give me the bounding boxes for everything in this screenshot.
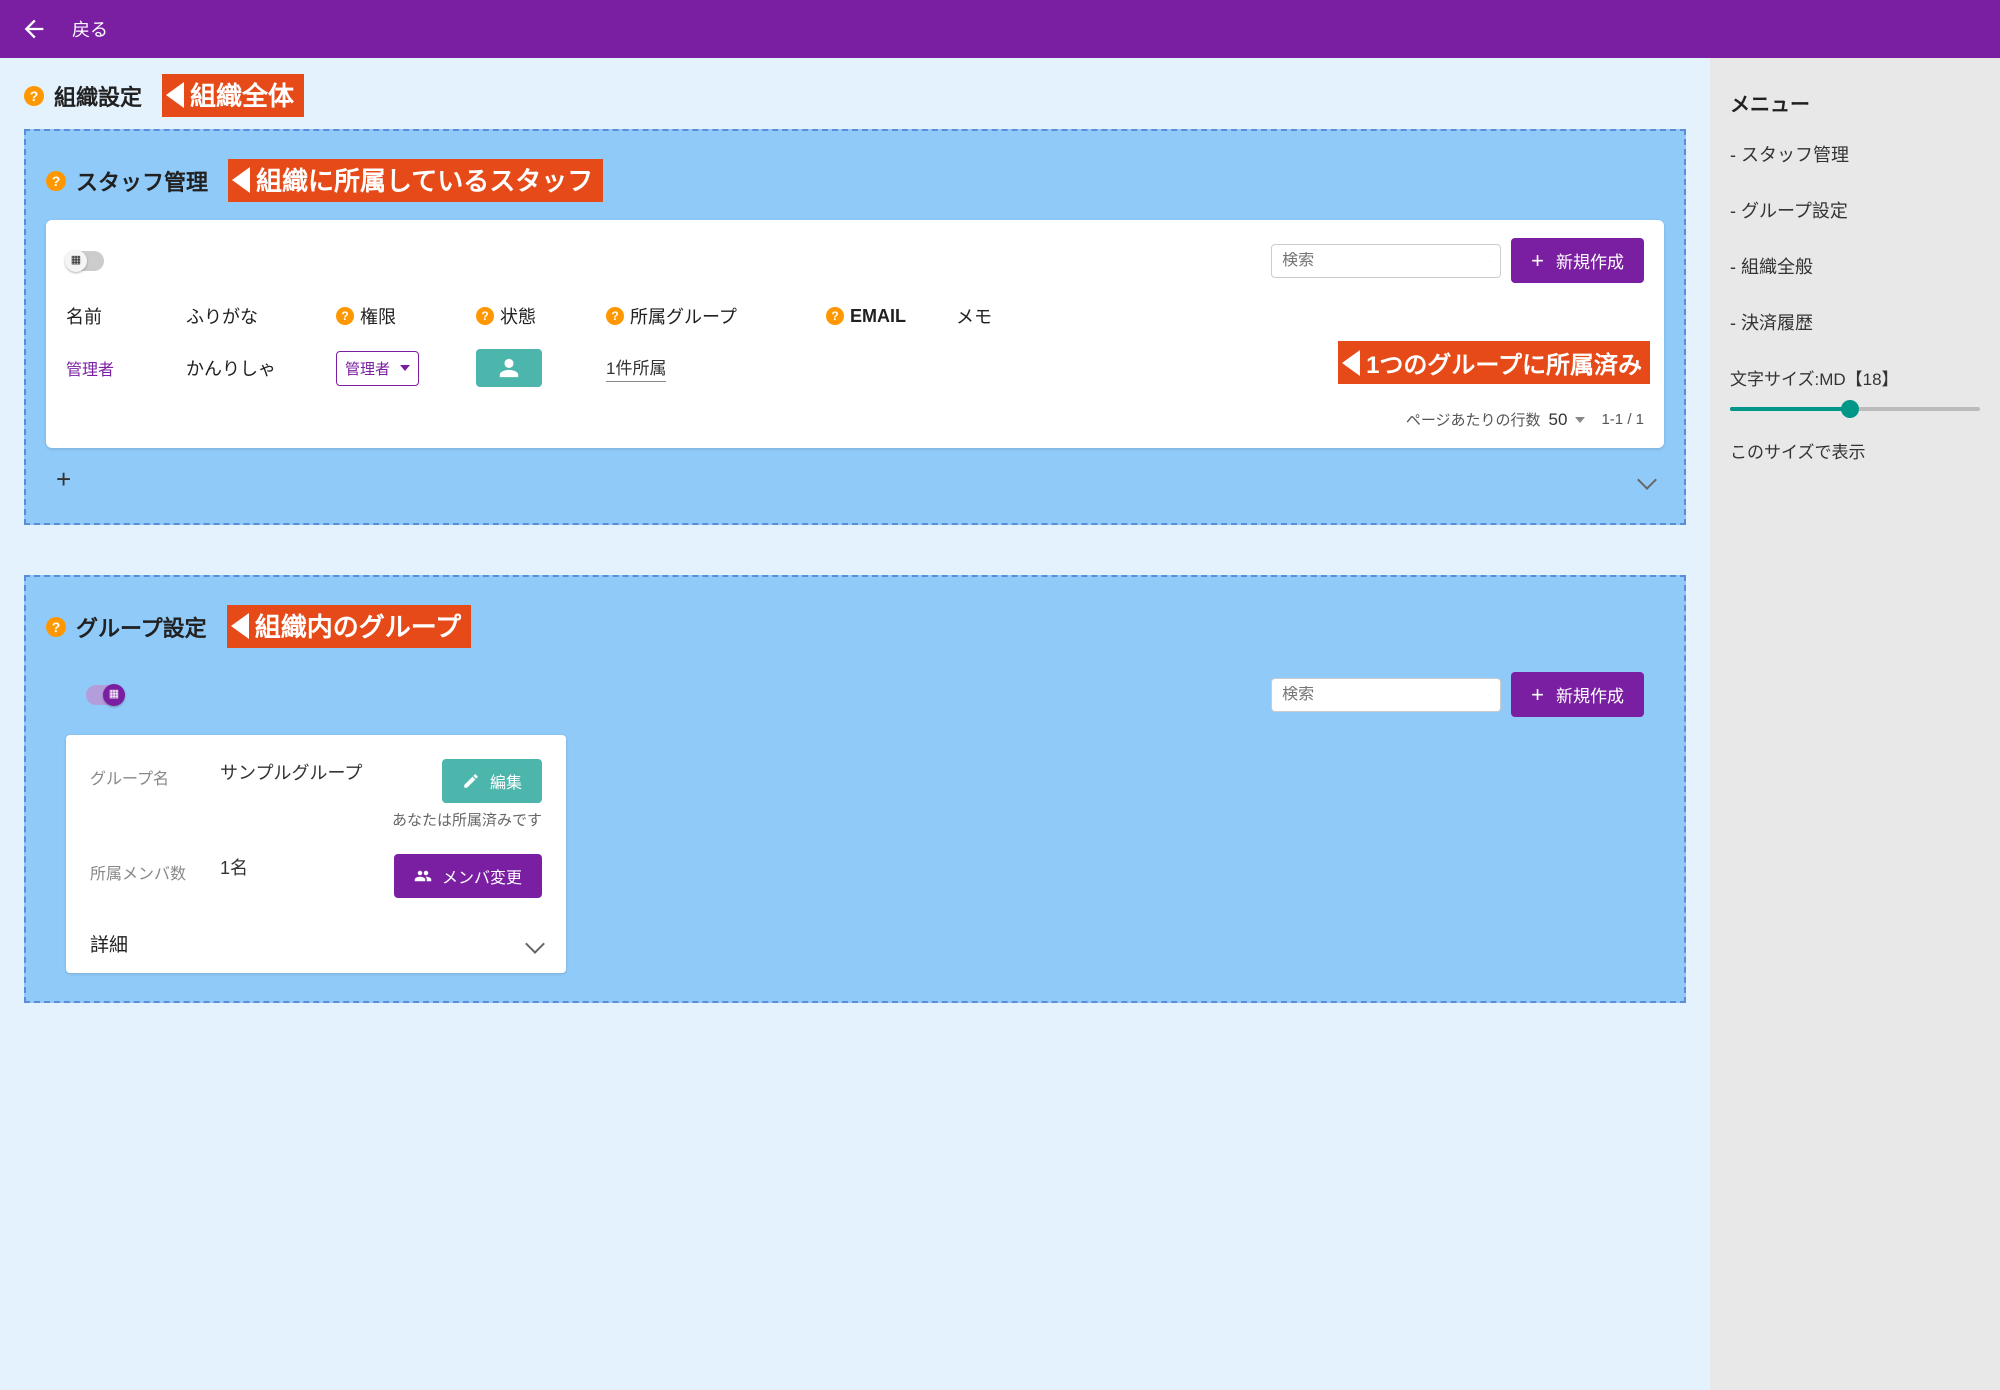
sidebar-item-group[interactable]: - グループ設定 <box>1730 197 1980 223</box>
detail-expand[interactable]: 詳細 <box>90 922 542 957</box>
col-group: ?所属グループ <box>606 303 826 329</box>
page-range: 1-1 / 1 <box>1601 411 1644 428</box>
status-button[interactable] <box>476 349 542 387</box>
group-new-button[interactable]: + 新規作成 <box>1511 672 1644 717</box>
font-size-slider[interactable] <box>1730 398 1980 418</box>
col-memo: メモ <box>956 303 1036 329</box>
member-count-label: 所属メンバ数 <box>90 854 220 884</box>
triangle-left-icon <box>166 82 184 108</box>
help-icon[interactable]: ? <box>24 86 44 106</box>
callout-staff: 組織に所属しているスタッフ <box>228 159 603 202</box>
back-arrow-icon[interactable] <box>20 15 48 43</box>
role-select[interactable]: 管理者 <box>336 351 419 386</box>
sidebar-item-payment[interactable]: - 決済履歴 <box>1730 309 1980 335</box>
help-icon[interactable]: ? <box>46 171 66 191</box>
help-icon[interactable]: ? <box>476 307 494 325</box>
page-title: 組織設定 <box>54 80 142 112</box>
grid-icon: ▦ <box>109 689 119 700</box>
chevron-down-icon <box>525 934 545 954</box>
back-label[interactable]: 戻る <box>72 16 108 42</box>
member-count-value: 1名 <box>220 854 382 880</box>
edit-group-button[interactable]: 編集 <box>442 759 542 803</box>
plus-icon: + <box>1531 250 1544 272</box>
top-bar: 戻る <box>0 0 2000 58</box>
staff-table-card: ▦ + 新規作成 名前 ふりがな <box>46 220 1664 448</box>
search-icon[interactable] <box>1489 685 1490 705</box>
group-title: グループ設定 <box>76 611 207 643</box>
triangle-left-icon <box>232 167 250 193</box>
main-content: ? 組織設定 組織全体 ? スタッフ管理 組織に所属しているスタッフ ▦ <box>0 58 1710 1390</box>
staff-name-link[interactable]: 管理者 <box>66 356 114 380</box>
staff-table-header: 名前 ふりがな ?権限 ?状態 ?所属グループ ?EMAIL メモ <box>66 297 1644 339</box>
search-icon[interactable] <box>1489 251 1490 271</box>
col-status: ?状態 <box>476 303 606 329</box>
belong-note: あなたは所属済みです <box>392 809 542 830</box>
staff-search-input[interactable] <box>1282 252 1489 270</box>
per-page-value[interactable]: 50 <box>1549 410 1568 430</box>
people-icon <box>414 867 432 885</box>
callout-group: 組織内のグループ <box>227 605 471 648</box>
font-size-label: 文字サイズ:MD【18】 <box>1730 365 1980 390</box>
grid-icon: ▦ <box>71 255 81 266</box>
sidebar: メニュー - スタッフ管理 - グループ設定 - 組織全般 - 決済履歴 文字サ… <box>1710 58 2000 1390</box>
staff-kana: かんりしゃ <box>186 355 276 381</box>
table-pagination: ページあたりの行数 50 1-1 / 1 <box>66 397 1644 434</box>
group-name-label: グループ名 <box>90 759 220 789</box>
group-panel: ? グループ設定 組織内のグループ ▦ + <box>24 575 1686 1003</box>
help-icon[interactable]: ? <box>606 307 624 325</box>
staff-table-row: 管理者 かんりしゃ 管理者 1件所属 <box>66 339 1644 397</box>
group-count-link[interactable]: 1件所属 <box>606 354 666 382</box>
triangle-left-icon <box>1342 350 1360 376</box>
add-row-button[interactable]: + <box>56 464 71 495</box>
chevron-down-icon[interactable] <box>1637 470 1657 490</box>
help-icon[interactable]: ? <box>46 617 66 637</box>
pencil-icon <box>462 772 480 790</box>
group-search-box[interactable] <box>1271 678 1501 712</box>
view-toggle[interactable]: ▦ <box>66 251 104 271</box>
staff-search-box[interactable] <box>1271 244 1501 278</box>
callout-org: 組織全体 <box>162 74 304 117</box>
help-icon[interactable]: ? <box>826 307 844 325</box>
triangle-left-icon <box>231 613 249 639</box>
group-view-toggle[interactable]: ▦ <box>86 685 124 705</box>
col-kana: ふりがな <box>186 303 336 329</box>
person-icon <box>498 357 520 379</box>
per-page-label: ページあたりの行数 <box>1406 409 1541 430</box>
help-icon[interactable]: ? <box>336 307 354 325</box>
slider-thumb[interactable] <box>1841 400 1859 418</box>
group-search-input[interactable] <box>1282 686 1489 704</box>
col-name: 名前 <box>66 303 186 329</box>
apply-size-button[interactable]: このサイズで表示 <box>1730 438 1980 463</box>
callout-group-assigned: 1つのグループに所属済み <box>1338 341 1650 384</box>
sidebar-item-staff[interactable]: - スタッフ管理 <box>1730 141 1980 167</box>
chevron-down-icon[interactable] <box>1575 417 1585 423</box>
sidebar-menu-title: メニュー <box>1730 88 1980 117</box>
chevron-down-icon <box>400 365 410 371</box>
group-card: グループ名 サンプルグループ 編集 あなたは所属済みです 所属メンバ数 1名 <box>66 735 566 973</box>
col-role: ?権限 <box>336 303 476 329</box>
change-member-button[interactable]: メンバ変更 <box>394 854 542 898</box>
col-email: ?EMAIL <box>826 306 956 327</box>
sidebar-item-org[interactable]: - 組織全般 <box>1730 253 1980 279</box>
staff-new-button[interactable]: + 新規作成 <box>1511 238 1644 283</box>
group-name-value: サンプルグループ <box>220 759 382 785</box>
staff-panel: ? スタッフ管理 組織に所属しているスタッフ ▦ <box>24 129 1686 525</box>
staff-title: スタッフ管理 <box>76 165 208 197</box>
plus-icon: + <box>1531 684 1544 706</box>
